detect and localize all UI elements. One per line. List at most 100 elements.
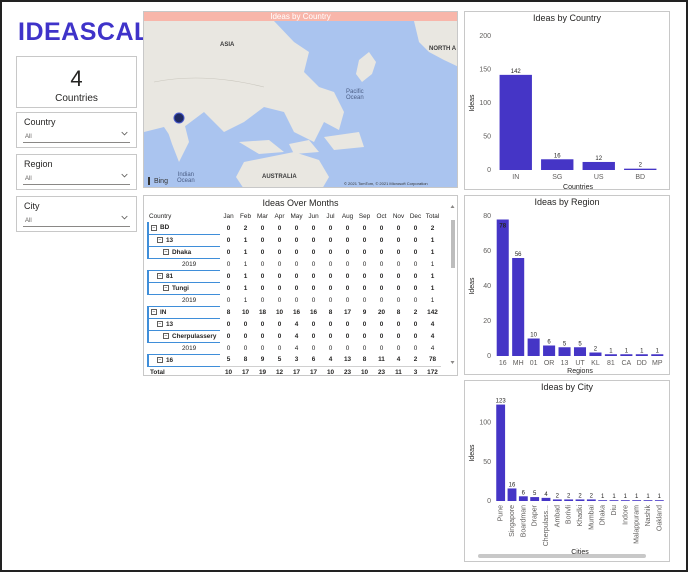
matrix-cell: 10: [322, 365, 339, 375]
x-tick-label: 81: [607, 360, 615, 367]
matrix-cell: 0: [243, 320, 248, 328]
matrix-row-header[interactable]: − IN: [147, 306, 220, 319]
bar: [573, 347, 587, 356]
ideas-by-country-map[interactable]: Ideas by Country ASIA NORTH A Pacific Oc…: [143, 11, 458, 188]
matrix-cell: 0: [345, 320, 350, 328]
country-dropdown[interactable]: All: [23, 131, 130, 143]
scroll-up-icon[interactable]: [450, 204, 455, 209]
city-dropdown[interactable]: All: [23, 215, 130, 227]
collapse-icon[interactable]: −: [151, 224, 157, 231]
col-header-total[interactable]: Total: [424, 210, 441, 222]
ideas-by-region-chart: Ideas by Region 0 20 40 60 80 Ideas 78 16 56 MH 10…: [464, 195, 670, 375]
x-tick-label: Borivli: [566, 505, 573, 525]
matrix-scroll-thumb[interactable]: [451, 220, 455, 268]
collapse-icon[interactable]: −: [157, 320, 163, 327]
matrix-cell: 0: [311, 296, 316, 304]
col-header-mar[interactable]: Mar: [254, 210, 271, 222]
region-dropdown[interactable]: All: [23, 173, 130, 185]
matrix-cell: 0: [328, 260, 333, 268]
matrix-cell: 0: [379, 224, 384, 232]
matrix-row-header[interactable]: −16: [147, 354, 220, 367]
x-tick-label: Draper: [532, 504, 539, 526]
matrix-row-header[interactable]: −81: [147, 270, 220, 283]
col-header-may[interactable]: May: [288, 210, 305, 222]
col-header-apr[interactable]: Apr: [271, 210, 288, 222]
matrix-row-header[interactable]: −13: [147, 318, 220, 331]
country-dropdown-value: All: [25, 134, 32, 140]
col-header-dec[interactable]: Dec: [407, 210, 424, 222]
matrix-cell: 0: [345, 344, 350, 352]
matrix-row-header[interactable]: −13: [147, 234, 220, 247]
collapse-icon[interactable]: −: [163, 248, 169, 255]
matrix-cell: 2: [413, 308, 418, 316]
region-dropdown-value: All: [25, 176, 32, 182]
collapse-icon[interactable]: −: [163, 284, 169, 291]
y-tick-label: 100: [479, 100, 491, 107]
matrix-cell: 11: [378, 356, 385, 364]
chevron-down-icon: [121, 215, 128, 220]
matrix-row: −81 0 1 0 0 0 0 0 0 0 0 0 0 1: [147, 270, 441, 283]
matrix-cell: 13: [343, 356, 352, 364]
col-header-sep[interactable]: Sep: [356, 210, 373, 222]
x-tick-label: 16: [499, 360, 507, 367]
matrix-cell: 0: [260, 272, 265, 280]
collapse-icon[interactable]: −: [157, 356, 163, 363]
matrix-cell: 16: [292, 308, 301, 316]
bar: [541, 159, 574, 170]
bar: [527, 338, 540, 356]
col-header-country[interactable]: Country: [148, 210, 220, 222]
matrix-row-header[interactable]: − Tungi: [147, 282, 220, 295]
matrix-cell: 1: [430, 284, 435, 292]
x-axis-title: Countries: [563, 184, 593, 191]
matrix-cell: 0: [277, 284, 282, 292]
matrix-body: − BD 0 2 0 0 0 0 0 0 0 0 0 0 2−13 0 1 0 0 0 0 0 0 0 0 0 0 1− Dhaka 0 1…: [147, 222, 441, 375]
matrix-cell: 0: [226, 260, 231, 268]
matrix-cell: 0: [413, 332, 418, 340]
matrix-cell: 4: [396, 356, 401, 364]
matrix-cell: 0: [277, 248, 282, 256]
bar: [507, 488, 517, 501]
matrix-scrollbar[interactable]: [451, 220, 455, 360]
matrix-cell: 0: [294, 224, 299, 232]
data-label: 1: [646, 494, 650, 500]
matrix-cell: 3: [407, 365, 424, 375]
collapse-icon[interactable]: −: [157, 236, 163, 243]
matrix-cell: 0: [362, 284, 367, 292]
data-label: 142: [511, 69, 522, 75]
bar: [609, 500, 619, 501]
matrix-cell: 4: [430, 344, 435, 352]
bar: [624, 168, 657, 170]
matrix-cell: 0: [226, 272, 231, 280]
matrix-cell: 2: [243, 224, 248, 232]
city-chart-scrollbar[interactable]: [478, 554, 646, 558]
matrix-cell: 0: [311, 332, 316, 340]
india-bubble[interactable]: [173, 112, 185, 124]
matrix-cell: 0: [345, 236, 350, 244]
matrix-cell: 0: [413, 224, 418, 232]
matrix-row-header[interactable]: − Dhaka: [147, 246, 220, 259]
y-tick-label: 80: [483, 213, 491, 220]
scroll-down-icon[interactable]: [450, 360, 455, 365]
x-tick-label: 13: [561, 360, 569, 367]
matrix-cell: 1: [430, 236, 435, 244]
col-header-feb[interactable]: Feb: [237, 210, 254, 222]
map-canvas: [144, 21, 457, 187]
x-tick-label: Diu: [611, 505, 618, 516]
col-header-nov[interactable]: Nov: [390, 210, 407, 222]
y-tick-label: 40: [483, 283, 491, 290]
matrix-row: 2019 0 0 0 0 4 0 0 0 0 0 0 0 4: [148, 342, 441, 355]
matrix-row-header[interactable]: − BD: [147, 222, 220, 235]
matrix-row-header[interactable]: − Cherpulassery: [147, 330, 220, 343]
col-header-oct[interactable]: Oct: [373, 210, 390, 222]
col-header-jul[interactable]: Jul: [322, 210, 339, 222]
collapse-icon[interactable]: −: [163, 332, 169, 339]
col-header-jun[interactable]: Jun: [305, 210, 322, 222]
collapse-icon[interactable]: −: [157, 272, 163, 279]
matrix-cell: 0: [362, 332, 367, 340]
col-header-aug[interactable]: Aug: [339, 210, 356, 222]
bar: [620, 354, 633, 356]
collapse-icon[interactable]: −: [151, 308, 157, 315]
col-header-jan[interactable]: Jan: [220, 210, 237, 222]
data-label: 78: [499, 224, 506, 230]
data-label: 10: [530, 333, 537, 339]
